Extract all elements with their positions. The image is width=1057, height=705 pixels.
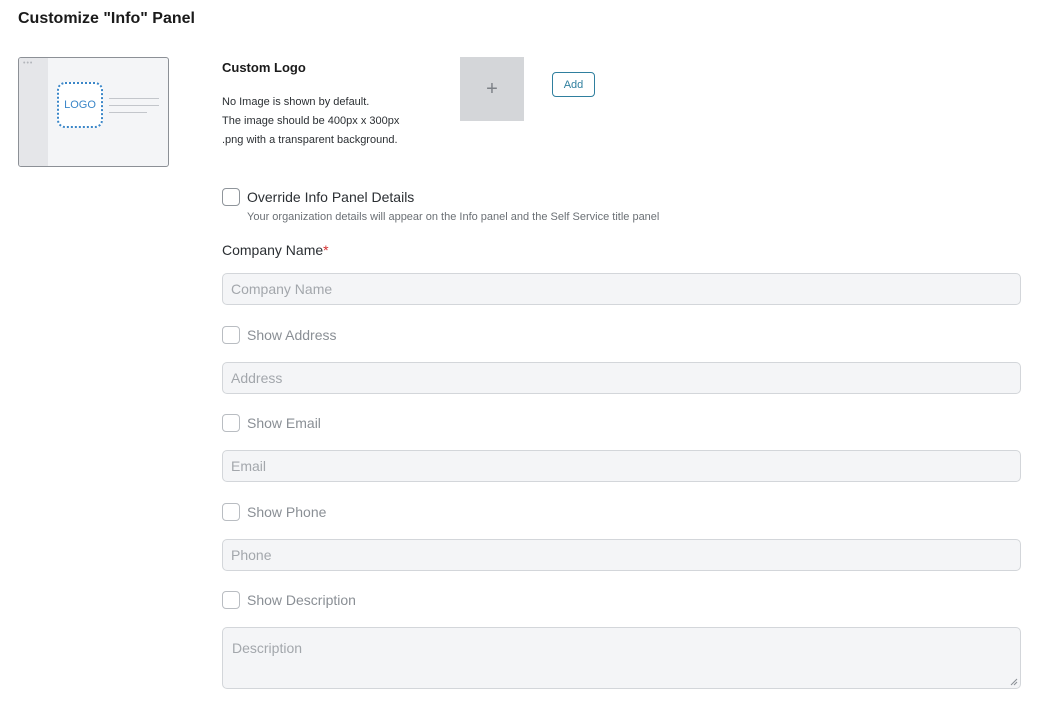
override-row: Override Info Panel Details [222,188,414,206]
show-address-label: Show Address [247,327,337,343]
email-placeholder: Email [231,458,267,474]
preview-text-line [109,98,159,99]
show-description-label: Show Description [247,592,356,608]
company-name-label-text: Company Name [222,242,324,258]
show-email-row: Show Email [222,414,321,432]
preview-text-line [109,105,159,106]
company-name-input[interactable]: Company Name [222,273,1021,305]
custom-logo-desc-line: .png with a transparent background. [222,134,398,146]
address-input[interactable]: Address [222,362,1021,394]
description-placeholder: Description [232,640,303,656]
override-hint: Your organization details will appear on… [247,211,660,223]
show-address-checkbox[interactable] [222,326,240,344]
required-marker: * [323,242,329,258]
show-email-label: Show Email [247,415,321,431]
show-email-checkbox[interactable] [222,414,240,432]
logo-upload-dropzone[interactable]: + [460,57,524,121]
show-description-row: Show Description [222,591,356,609]
show-phone-row: Show Phone [222,503,326,521]
override-checkbox[interactable] [222,188,240,206]
preview-sidebar [19,58,48,166]
preview-logo-placeholder: LOGO [57,82,103,128]
company-name-placeholder: Company Name [231,281,333,297]
custom-logo-description: No Image is shown by default. The image … [222,93,399,150]
custom-logo-desc-line: The image should be 400px x 300px [222,115,400,127]
address-placeholder: Address [231,370,283,386]
company-name-label: Company Name* [222,242,329,258]
show-description-checkbox[interactable] [222,591,240,609]
show-address-row: Show Address [222,326,337,344]
add-logo-button[interactable]: Add [552,72,595,97]
preview-text-line [109,112,147,113]
email-input[interactable]: Email [222,450,1021,482]
page-title: Customize "Info" Panel [18,10,195,27]
custom-logo-title: Custom Logo [222,60,306,75]
show-phone-label: Show Phone [247,504,327,520]
custom-logo-desc-line: No Image is shown by default. [222,96,370,108]
resize-handle-icon[interactable] [1010,678,1018,686]
show-phone-checkbox[interactable] [222,503,240,521]
info-panel-preview: ••• LOGO [18,57,169,167]
phone-input[interactable]: Phone [222,539,1021,571]
phone-placeholder: Phone [231,547,272,563]
description-textarea[interactable]: Description [222,627,1021,689]
plus-icon: + [486,78,498,100]
preview-logo-text: LOGO [64,99,96,111]
window-dots-icon: ••• [23,60,34,67]
override-label: Override Info Panel Details [247,189,415,205]
